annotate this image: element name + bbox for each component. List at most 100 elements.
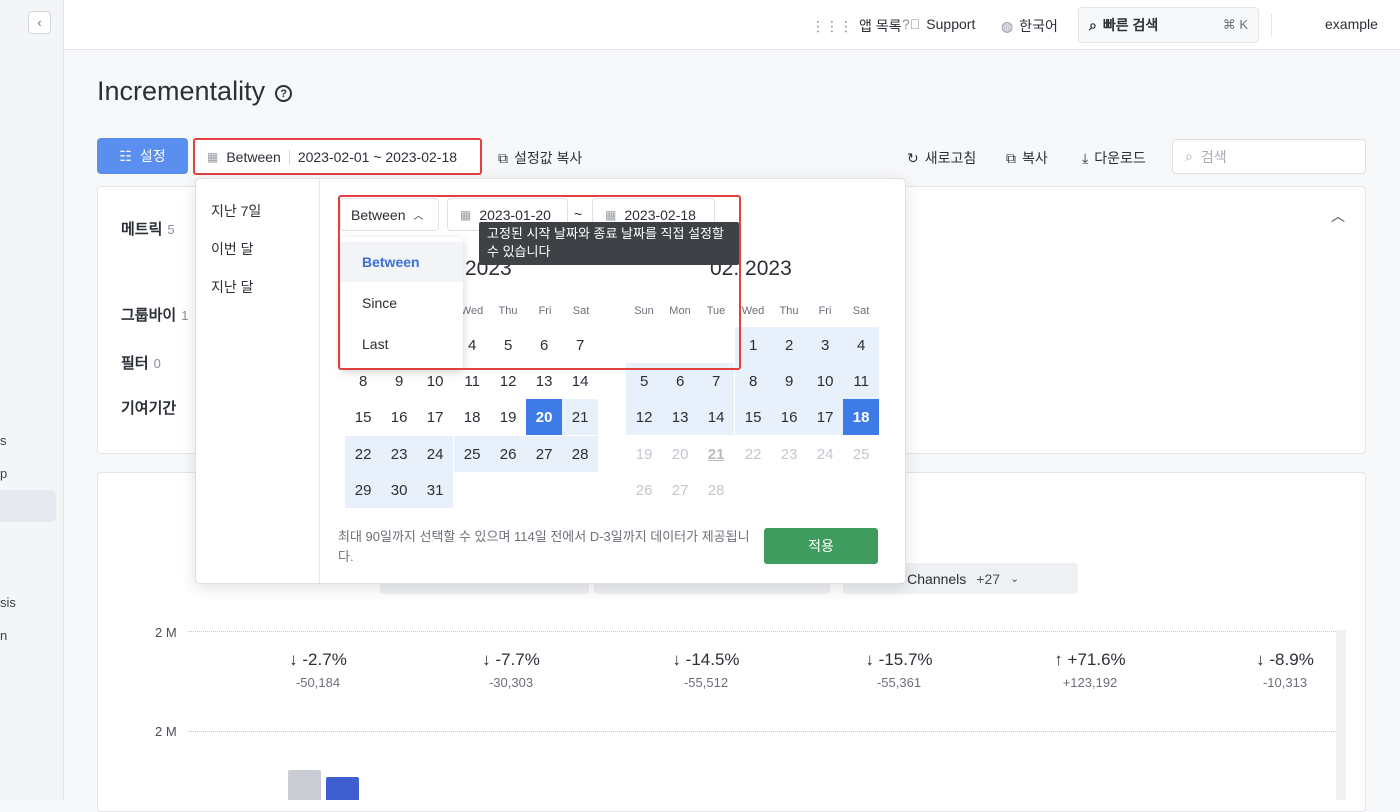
calendar-day[interactable]: 24: [417, 436, 454, 472]
download-button[interactable]: ⤓ 다운로드: [1082, 148, 1146, 168]
preset-this-month[interactable]: 이번 달: [211, 239, 254, 259]
calendar-day[interactable]: 26: [626, 472, 662, 508]
calendar-day[interactable]: 15: [345, 399, 381, 435]
chevron-up-icon: ︿: [413, 211, 424, 222]
calendar-day[interactable]: 22: [735, 436, 771, 472]
calendar-day[interactable]: 16: [381, 399, 417, 435]
date-range-value: 2023-02-01 ~ 2023-02-18: [297, 148, 458, 165]
settings-label: 설정: [139, 148, 166, 164]
question-icon: ?⃝: [902, 16, 921, 32]
preset-last-7-days[interactable]: 지난 7일: [211, 201, 261, 221]
gridline: [188, 631, 1346, 632]
calendar-day[interactable]: 13: [662, 399, 699, 435]
calendar-day[interactable]: 16: [771, 399, 808, 435]
date-mode-select[interactable]: Between ︿: [340, 198, 439, 231]
calendar-day[interactable]: 28: [562, 436, 599, 472]
sidebar-item-fragment[interactable]: s: [0, 433, 7, 448]
preset-list: 지난 7일 이번 달 지난 달: [196, 179, 320, 583]
grid-icon: ⋮⋮⋮: [811, 17, 853, 34]
calendar-day[interactable]: 21: [698, 436, 734, 472]
copy-settings-label: 설정값 복사: [514, 150, 583, 166]
account-label: example: [1325, 16, 1378, 32]
calendar-day[interactable]: 15: [735, 399, 772, 435]
delta-percent: ↑ +71.6%: [1054, 650, 1126, 669]
copy-button[interactable]: ⧉ 복사: [1006, 148, 1048, 168]
calendar-day[interactable]: 9: [771, 363, 808, 399]
divider: [1271, 14, 1272, 36]
delta-absolute: -10,313: [1262, 675, 1308, 690]
collapse-sidebar-button[interactable]: ‹: [28, 11, 51, 34]
calendar-day[interactable]: 25: [843, 436, 879, 472]
sidebar-item-fragment[interactable]: sis: [0, 595, 16, 610]
sidebar-item-fragment[interactable]: n: [0, 628, 7, 643]
support-button[interactable]: ?⃝ Support: [902, 16, 975, 32]
gridline: [188, 731, 1346, 732]
chart-bar[interactable]: [326, 777, 359, 800]
preset-last-month[interactable]: 지난 달: [211, 277, 254, 297]
search-input[interactable]: ⌕ 검색: [1172, 139, 1366, 174]
channel-filter-more: +27: [976, 570, 1001, 587]
search-icon: ⌕: [1185, 148, 1193, 164]
calendar-day[interactable]: 23: [381, 436, 418, 472]
page-title-text: Incrementality: [97, 76, 266, 106]
account-menu[interactable]: example: [1325, 16, 1378, 32]
calendar-day[interactable]: 11: [843, 363, 880, 399]
refresh-button[interactable]: ↻ 새로고침: [907, 148, 976, 168]
calendar-day[interactable]: 25: [454, 436, 491, 472]
download-label: 다운로드: [1094, 150, 1146, 166]
calendar-day[interactable]: 30: [381, 472, 418, 508]
delta-absolute: -55,361: [876, 675, 922, 690]
calendar-day[interactable]: 27: [662, 472, 698, 508]
calendar-day[interactable]: 17: [807, 399, 844, 435]
date-range-note: 최대 90일까지 선택할 수 있으며 114일 전에서 D-3일까지 데이터가 …: [338, 529, 750, 564]
app-list-label: 앱 목록: [859, 18, 902, 34]
calendar-day[interactable]: 24: [807, 436, 843, 472]
calendar-day[interactable]: 14: [698, 399, 735, 435]
date-range-picker[interactable]: ▦ Between 2023-02-01 ~ 2023-02-18: [193, 138, 482, 175]
calendar-day[interactable]: 27: [526, 436, 563, 472]
metrics-label: 메트릭 5: [121, 221, 175, 238]
delta-percent: ↓ -14.5%: [672, 650, 740, 669]
calendar-day[interactable]: 22: [345, 436, 382, 472]
y-tick-label: 2 M: [155, 625, 177, 640]
calendar-day[interactable]: 3: [807, 327, 844, 363]
calendar-day[interactable]: 4: [843, 327, 880, 363]
globe-icon: ◍: [1001, 17, 1014, 34]
copy-label: 복사: [1022, 150, 1048, 166]
calendar-day[interactable]: 2: [771, 327, 808, 363]
calendar-day[interactable]: 20: [526, 399, 563, 435]
delta-percent: ↓ -15.7%: [865, 650, 933, 669]
sidebar-item-fragment[interactable]: p: [0, 466, 7, 481]
copy-icon: ⧉: [1006, 149, 1016, 166]
date-mode-label: Between: [226, 148, 281, 165]
help-icon[interactable]: ?: [275, 85, 293, 102]
delta-stat: ↓ -8.9% -10,313: [1215, 650, 1355, 690]
calendar-day[interactable]: 31: [417, 472, 454, 508]
calendar-day[interactable]: 28: [698, 472, 734, 508]
calendar-day[interactable]: 17: [417, 399, 453, 435]
app-list-button[interactable]: ⋮⋮⋮ 앱 목록: [811, 16, 902, 36]
sidebar-item-active[interactable]: [0, 490, 56, 522]
calendar-day[interactable]: 23: [771, 436, 807, 472]
calendar-day[interactable]: 21: [562, 399, 599, 435]
calendar-day[interactable]: 19: [490, 399, 526, 435]
settings-button[interactable]: ☷ 설정: [97, 138, 188, 174]
calendar-day[interactable]: 12: [626, 399, 663, 435]
chevron-up-icon[interactable]: ︿: [1331, 206, 1345, 226]
copy-icon: ⧉: [498, 149, 508, 166]
calendar-day[interactable]: 18: [454, 399, 490, 435]
chart-bar[interactable]: [288, 770, 321, 800]
calendar-day[interactable]: 26: [490, 436, 527, 472]
quick-search-button[interactable]: ⌕ 빠른 검색 ⌘ K: [1078, 7, 1259, 43]
weekday-label: Thu: [779, 305, 799, 317]
calendar-day[interactable]: 29: [345, 472, 382, 508]
search-placeholder: 검색: [1200, 148, 1227, 165]
divider: [288, 149, 290, 164]
apply-button[interactable]: 적용: [764, 528, 878, 564]
calendar-day[interactable]: 20: [662, 436, 698, 472]
language-button[interactable]: ◍ 한국어: [1001, 16, 1058, 36]
copy-settings-button[interactable]: ⧉ 설정값 복사: [498, 148, 582, 168]
calendar-day[interactable]: 19: [626, 436, 662, 472]
calendar-day[interactable]: 18: [843, 399, 880, 435]
calendar-day[interactable]: 10: [807, 363, 844, 399]
